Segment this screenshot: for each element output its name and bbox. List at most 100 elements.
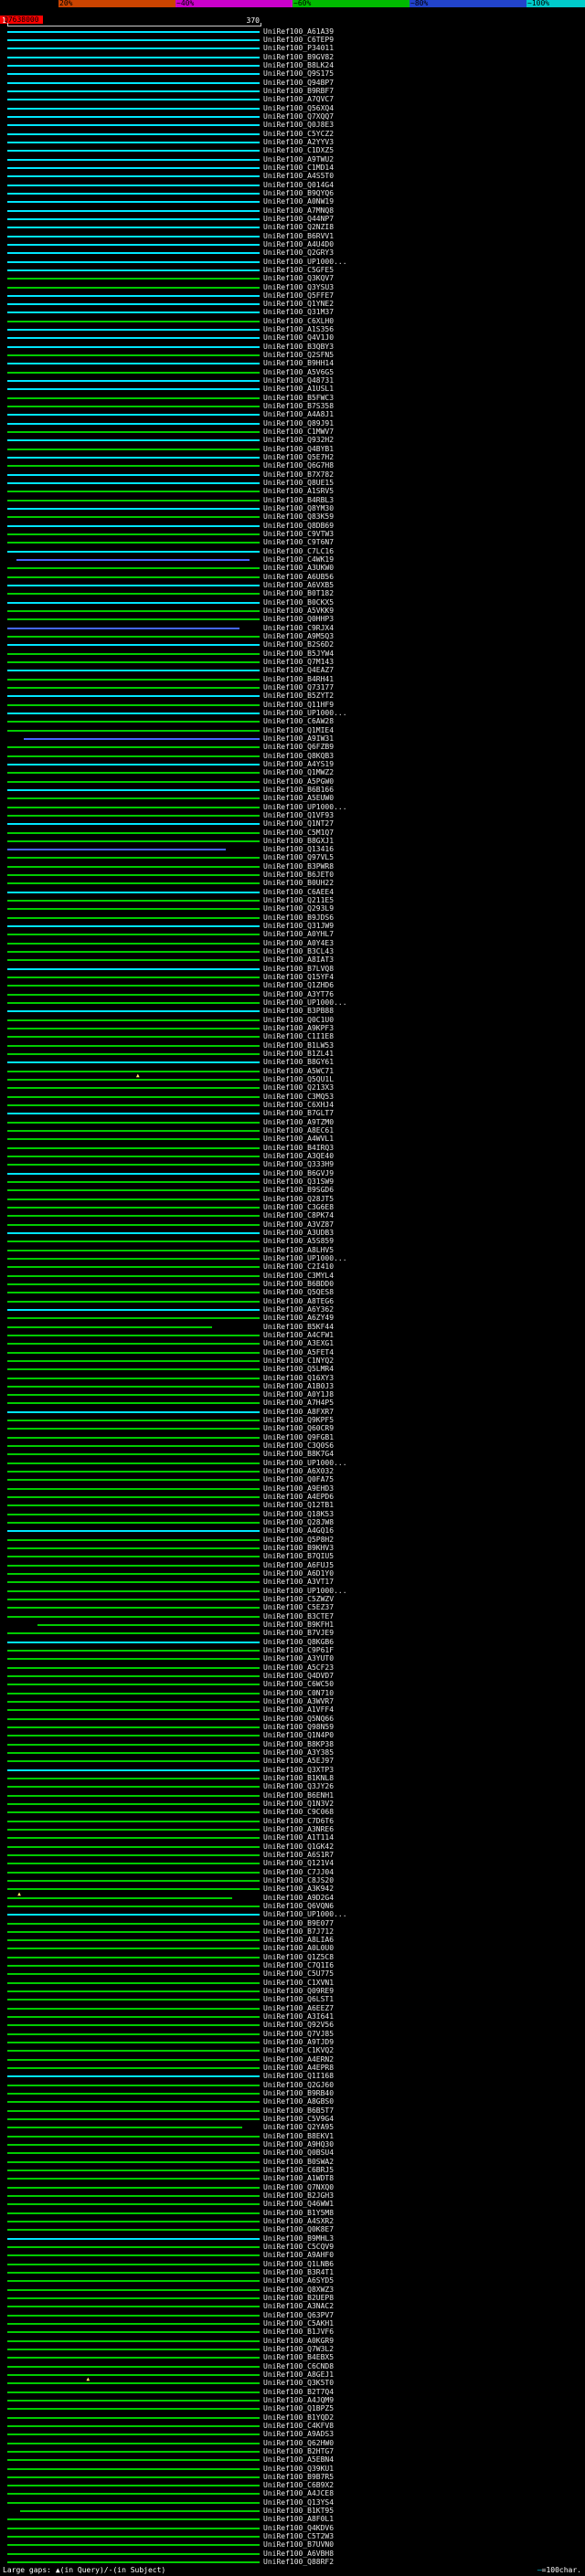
hit-label[interactable]: UniRef100_C6CND8 <box>263 2362 334 2370</box>
alignment-bar[interactable] <box>7 951 260 954</box>
alignment-bar[interactable] <box>7 1121 260 1124</box>
alignment-bar[interactable] <box>7 2485 260 2487</box>
alignment-bar[interactable] <box>7 1760 260 1763</box>
alignment-bar[interactable] <box>7 2203 260 2206</box>
hit-label[interactable]: UniRef100_C1KVQ2 <box>263 2047 334 2054</box>
hit-label[interactable]: UniRef100_A4SXR2 <box>263 2217 334 2225</box>
hit-label[interactable]: UniRef100_Q8KQB3 <box>263 752 334 760</box>
alignment-bar[interactable] <box>7 107 260 110</box>
alignment-bar[interactable] <box>7 1863 260 1865</box>
hit-label[interactable]: UniRef100_Q211E5 <box>263 897 334 904</box>
alignment-bar[interactable] <box>7 993 260 996</box>
hit-label[interactable]: UniRef100_Q89J91 <box>263 419 334 428</box>
hit-label[interactable]: UniRef100_A3VT17 <box>263 1578 334 1586</box>
hit-label[interactable]: UniRef100_A0KGR9 <box>263 2337 334 2345</box>
alignment-bar[interactable] <box>7 1700 260 1703</box>
alignment-bar[interactable] <box>7 1709 260 1712</box>
hit-label[interactable]: UniRef100_A7QVC7 <box>263 96 334 103</box>
hit-label[interactable]: UniRef100_A0Y1J8 <box>263 1391 334 1399</box>
alignment-bar[interactable] <box>7 1726 260 1728</box>
alignment-bar[interactable] <box>7 235 260 238</box>
hit-label[interactable]: UniRef100_Q44NP7 <box>263 215 334 223</box>
alignment-bar[interactable] <box>7 2467 260 2470</box>
hit-label[interactable]: UniRef100_B0UH22 <box>263 880 334 887</box>
alignment-bar[interactable] <box>7 1589 260 1592</box>
alignment-bar[interactable] <box>7 1087 260 1090</box>
hit-label[interactable]: UniRef100_B9E077 <box>263 1919 334 1927</box>
hit-label[interactable]: UniRef100_UP1000... <box>263 709 347 717</box>
hit-label[interactable]: UniRef100_B7S358 <box>263 403 334 410</box>
hit-label[interactable]: UniRef100_Q09RE9 <box>263 1988 334 1995</box>
hit-label[interactable]: UniRef100_A4EPD6 <box>263 1494 334 1501</box>
hit-label[interactable]: UniRef100_C5AKH1 <box>263 2319 334 2328</box>
alignment-bar[interactable] <box>7 2314 260 2317</box>
hit-label[interactable]: UniRef100_Q7M143 <box>263 658 334 666</box>
hit-label[interactable]: UniRef100_Q62HW0 <box>263 2439 334 2447</box>
hit-label[interactable]: UniRef100_A9HQ30 <box>263 2141 334 2148</box>
hit-label[interactable]: UniRef100_A6Y362 <box>263 1305 334 1314</box>
hit-label[interactable]: UniRef100_C1XVN1 <box>263 1979 334 1987</box>
hit-label[interactable]: UniRef100_Q3K5T0 <box>263 2380 334 2387</box>
alignment-bar[interactable] <box>7 1300 260 1303</box>
hit-label[interactable]: UniRef100_Q2GJ60 <box>263 2081 334 2089</box>
alignment-bar[interactable] <box>7 967 260 970</box>
hit-label[interactable]: UniRef100_Q333H9 <box>263 1161 334 1168</box>
alignment-bar[interactable] <box>7 516 260 519</box>
alignment-bar[interactable] <box>7 1956 260 1958</box>
alignment-bar[interactable] <box>7 2331 260 2334</box>
alignment-bar[interactable] <box>7 1564 260 1567</box>
alignment-bar[interactable] <box>7 627 239 629</box>
alignment-bar[interactable] <box>7 2493 260 2496</box>
alignment-bar[interactable] <box>7 2280 260 2283</box>
alignment-bar[interactable] <box>7 1402 260 1405</box>
alignment-bar[interactable] <box>7 371 260 374</box>
alignment-bar[interactable] <box>7 772 260 775</box>
alignment-bar[interactable] <box>7 1479 260 1482</box>
alignment-bar[interactable] <box>7 839 260 842</box>
hit-label[interactable]: UniRef100_Q0HHP3 <box>263 616 334 623</box>
hit-label[interactable]: UniRef100_A1WDT8 <box>263 2175 334 2182</box>
hit-label[interactable]: UniRef100_Q28JT5 <box>263 1195 334 1203</box>
alignment-bar[interactable] <box>7 542 260 544</box>
alignment-bar[interactable] <box>7 448 260 450</box>
hit-label[interactable]: UniRef100_B8GY61 <box>263 1059 334 1066</box>
alignment-bar[interactable] <box>7 192 260 195</box>
alignment-bar[interactable] <box>7 1487 260 1490</box>
alignment-bar[interactable] <box>7 115 260 118</box>
hit-label[interactable]: UniRef100_A8FXR7 <box>263 1408 334 1416</box>
hit-label[interactable]: UniRef100_B2UEP8 <box>263 2294 334 2302</box>
hit-label[interactable]: UniRef100_A3UKW0 <box>263 565 334 572</box>
alignment-bar[interactable] <box>7 1410 260 1413</box>
hit-label[interactable]: UniRef100_A9TZM0 <box>263 1118 334 1126</box>
hit-label[interactable]: UniRef100_Q2GRY3 <box>263 249 334 257</box>
hit-label[interactable]: UniRef100_B9KHV3 <box>263 1545 334 1552</box>
hit-label[interactable]: UniRef100_Q0J8E3 <box>263 121 334 129</box>
hit-label[interactable]: UniRef100_Q4BYB1 <box>263 445 334 453</box>
hit-label[interactable]: UniRef100_C1MD14 <box>263 164 334 172</box>
hit-label[interactable]: UniRef100_Q12TB1 <box>263 1502 334 1509</box>
alignment-bar[interactable] <box>7 686 260 689</box>
hit-label[interactable]: UniRef100_A3Y385 <box>263 1748 334 1757</box>
alignment-bar[interactable] <box>7 345 260 348</box>
alignment-bar[interactable] <box>7 1453 260 1456</box>
hit-label[interactable]: UniRef100_Q48731 <box>263 377 334 385</box>
alignment-bar[interactable] <box>7 1666 260 1669</box>
hit-label[interactable]: UniRef100_A5PGW0 <box>263 777 334 786</box>
alignment-bar[interactable] <box>7 1198 260 1200</box>
alignment-bar[interactable] <box>7 2093 260 2096</box>
alignment-bar[interactable] <box>7 1948 260 1950</box>
hit-label[interactable]: UniRef100_B1Y5M8 <box>263 2209 334 2217</box>
alignment-bar[interactable] <box>7 2229 260 2232</box>
alignment-bar[interactable] <box>7 1445 260 1448</box>
alignment-bar[interactable] <box>7 320 260 322</box>
hit-label[interactable]: UniRef100_A5EUW0 <box>263 795 334 802</box>
alignment-bar[interactable] <box>7 303 260 306</box>
hit-label[interactable]: UniRef100_C5EZ37 <box>263 1604 334 1611</box>
alignment-bar[interactable] <box>7 227 260 229</box>
hit-label[interactable]: UniRef100_Q2NZI8 <box>263 224 334 231</box>
alignment-bar[interactable] <box>7 1231 260 1234</box>
alignment-bar[interactable] <box>7 1751 260 1754</box>
alignment-bar[interactable] <box>7 1930 260 1933</box>
alignment-bar[interactable] <box>7 1632 260 1635</box>
hit-label[interactable]: UniRef100_A4YS19 <box>263 760 334 768</box>
